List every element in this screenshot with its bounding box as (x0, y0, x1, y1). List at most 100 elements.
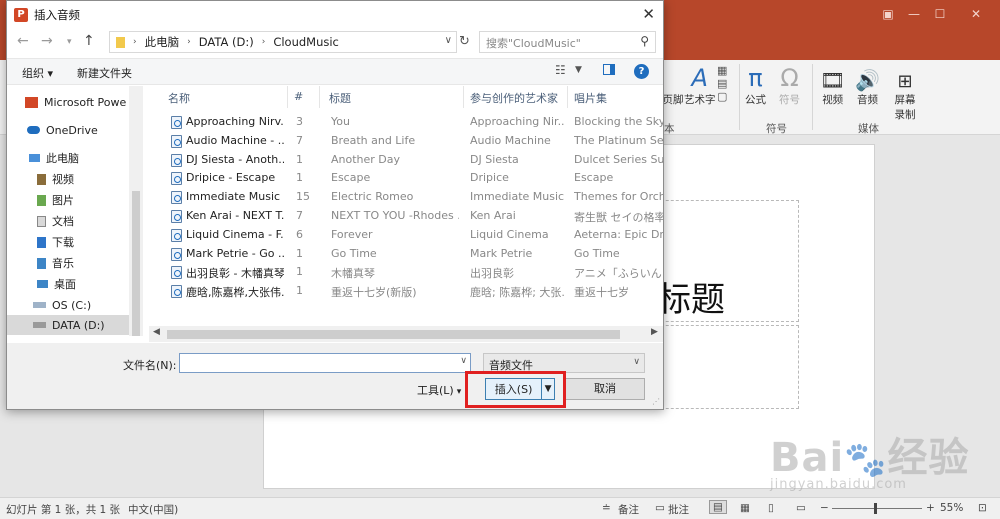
up-icon[interactable]: ↑ (83, 33, 95, 49)
chevron-down-icon[interactable]: ∨ (445, 35, 452, 46)
video-button[interactable]: 🎞 视频 (820, 62, 845, 107)
file-row[interactable]: Approaching Nirv... 3 You Approaching Nir..… (159, 113, 663, 132)
tools-button[interactable]: 工具(L) ▾ (417, 382, 461, 398)
scroll-right-icon[interactable]: ▶ (651, 327, 658, 337)
file-row[interactable]: 鹿晗,陈嘉桦,大张伟... 1 重返十七岁(新版) 鹿晗; 陈嘉桦; 大张... 重返十… (159, 282, 663, 301)
slideshow-icon[interactable]: ▭ (796, 502, 806, 514)
file-title-cell: Another Day (331, 152, 401, 166)
ribbon-display-icon[interactable]: ▣ (880, 6, 896, 22)
search-input[interactable]: 搜索"CloudMusic" ⚲ (479, 31, 656, 53)
preview-pane-icon[interactable] (603, 64, 615, 75)
nav-scrollbar[interactable] (129, 86, 143, 336)
nav-item-music[interactable]: 音乐 (37, 253, 74, 273)
view-dropdown-icon[interactable]: ▼ (575, 65, 582, 75)
audio-file-icon (171, 210, 182, 223)
file-row[interactable]: Mark Petrie - Go ... 1 Go Time Mark Petrie G… (159, 245, 663, 264)
normal-view-icon[interactable]: ▤ (709, 500, 727, 514)
wordart-button[interactable]: A 艺术字 (684, 62, 716, 107)
file-row[interactable]: Audio Machine - ... 7 Breath and Life Audio… (159, 132, 663, 151)
close-window-icon[interactable]: ✕ (968, 6, 984, 22)
horizontal-scrollbar-thumb[interactable] (167, 330, 620, 339)
nav-item-videos[interactable]: 视频 (37, 169, 74, 189)
close-icon[interactable]: ✕ (642, 5, 655, 23)
nav-item-documents[interactable]: 文档 (37, 211, 74, 231)
group-label-media: 媒体 (858, 123, 879, 135)
nav-item-this-pc[interactable]: 此电脑 (29, 148, 79, 168)
fit-slide-icon[interactable]: ⊡ (978, 502, 987, 514)
nav-item-pictures[interactable]: 图片 (37, 190, 74, 210)
minimize-icon[interactable]: — (906, 6, 922, 22)
annotation-highlight-box (465, 371, 566, 408)
column-header-artist[interactable]: 参与创作的艺术家 (470, 90, 558, 106)
file-row[interactable]: Liquid Cinema - F... 6 Forever Liquid Cinem… (159, 226, 663, 245)
nav-label: 图片 (52, 194, 74, 207)
equation-button[interactable]: π 公式 (745, 62, 766, 107)
nav-item-data-d[interactable]: DATA (D:) (7, 315, 129, 335)
breadcrumb-this-pc[interactable]: 此电脑 (145, 34, 180, 50)
audio-file-icon (171, 285, 182, 299)
breadcrumb-data-drive[interactable]: DATA (D:) (199, 35, 254, 49)
comments-icon: ▭ (655, 502, 665, 514)
notes-button[interactable]: 备注 (618, 502, 639, 517)
change-view-icon[interactable]: ☷ (555, 63, 566, 77)
symbol-button[interactable]: Ω 符号 (779, 62, 800, 107)
zoom-level[interactable]: 55% (940, 502, 963, 514)
scroll-left-icon[interactable]: ◀ (153, 327, 160, 337)
file-row[interactable]: Ken Arai - NEXT T... 7 NEXT TO YOU -Rhodes… (159, 207, 663, 226)
file-title-cell: Breath and Life (331, 133, 416, 147)
nav-label: OS (C:) (52, 298, 92, 312)
organize-button[interactable]: 组织 ▾ (22, 65, 53, 81)
notes-icon: ≐ (602, 502, 611, 514)
new-folder-button[interactable]: 新建文件夹 (77, 65, 132, 81)
resize-grip-icon[interactable]: ⋰ (652, 397, 660, 406)
language-indicator[interactable]: 中文(中国) (128, 502, 178, 517)
file-row[interactable]: DJ Siesta - Anoth... 1 Another Day DJ Siest… (159, 151, 663, 170)
audio-button[interactable]: 🔊 音频 (855, 62, 880, 107)
file-row[interactable]: Immediate Music ... 15 Electric Romeo Immed… (159, 188, 663, 207)
cancel-button[interactable]: 取消 (565, 378, 645, 400)
filename-input[interactable]: ∨ (179, 353, 471, 373)
file-title-cell: 重返十七岁(新版) (331, 286, 417, 300)
nav-item-desktop[interactable]: 桌面 (37, 274, 76, 294)
search-icon[interactable]: ⚲ (640, 34, 649, 48)
file-row[interactable]: 出羽良彰 - 木幡真琴 1 木幡真琴 出羽良彰 アニメ「ふらいんぐ (159, 263, 663, 282)
horizontal-scrollbar[interactable]: ◀ ▶ (149, 326, 663, 342)
nav-item-powerpoint[interactable]: Microsoft Powe (25, 92, 126, 112)
comments-button[interactable]: 批注 (668, 502, 689, 517)
nav-item-onedrive[interactable]: OneDrive (27, 120, 98, 140)
column-header-name[interactable]: 名称 (168, 90, 190, 106)
breadcrumb-separator: › (187, 37, 191, 47)
column-header-title[interactable]: 标题 (329, 90, 351, 106)
slide-count: 幻灯片 第 1 张，共 1 张 (6, 504, 121, 516)
recent-dropdown-icon[interactable]: ▾ (67, 37, 72, 47)
zoom-slider[interactable] (832, 508, 922, 509)
help-icon[interactable]: ? (634, 64, 649, 79)
back-icon[interactable]: ← (17, 33, 29, 49)
address-bar[interactable]: › 此电脑 › DATA (D:) › CloudMusic ∨ (109, 31, 457, 53)
file-artist-cell: Dripice (470, 171, 509, 185)
desktop-folder-icon (37, 280, 48, 288)
chevron-down-icon[interactable]: ∨ (460, 356, 467, 366)
screen-recording-button[interactable]: ⊞ 屏幕录制 (890, 62, 920, 122)
zoom-slider-thumb[interactable] (874, 503, 877, 514)
breadcrumb-cloudmusic[interactable]: CloudMusic (273, 35, 339, 49)
nav-scrollbar-thumb[interactable] (132, 191, 140, 336)
column-header-number[interactable]: # (294, 90, 303, 103)
maximize-icon[interactable]: ☐ (932, 6, 948, 22)
refresh-icon[interactable]: ↻ (459, 34, 470, 49)
textbox-small-icons[interactable]: ▦ ▤ ▢ (717, 64, 727, 103)
zoom-in-icon[interactable]: + (926, 502, 935, 514)
screen-record-icon: ⊞ (897, 71, 913, 92)
file-name-cell: 出羽良彰 - 木幡真琴 (186, 267, 284, 281)
slide-sorter-icon[interactable]: ▦ (740, 502, 750, 514)
file-row[interactable]: Dripice - Escape 1 Escape Dripice Escape (159, 169, 663, 188)
nav-item-os-c[interactable]: OS (C:) (33, 295, 91, 315)
file-type-select[interactable]: 音频文件 ∨ (483, 353, 645, 373)
zoom-out-icon[interactable]: − (820, 502, 829, 514)
reading-view-icon[interactable]: ▯ (768, 502, 774, 514)
column-header-album[interactable]: 唱片集 (574, 90, 607, 106)
forward-icon[interactable]: → (41, 33, 53, 49)
nav-item-downloads[interactable]: 下载 (37, 232, 74, 252)
file-artist-cell: Approaching Nir... (470, 115, 564, 128)
nav-label: DATA (D:) (52, 318, 105, 332)
